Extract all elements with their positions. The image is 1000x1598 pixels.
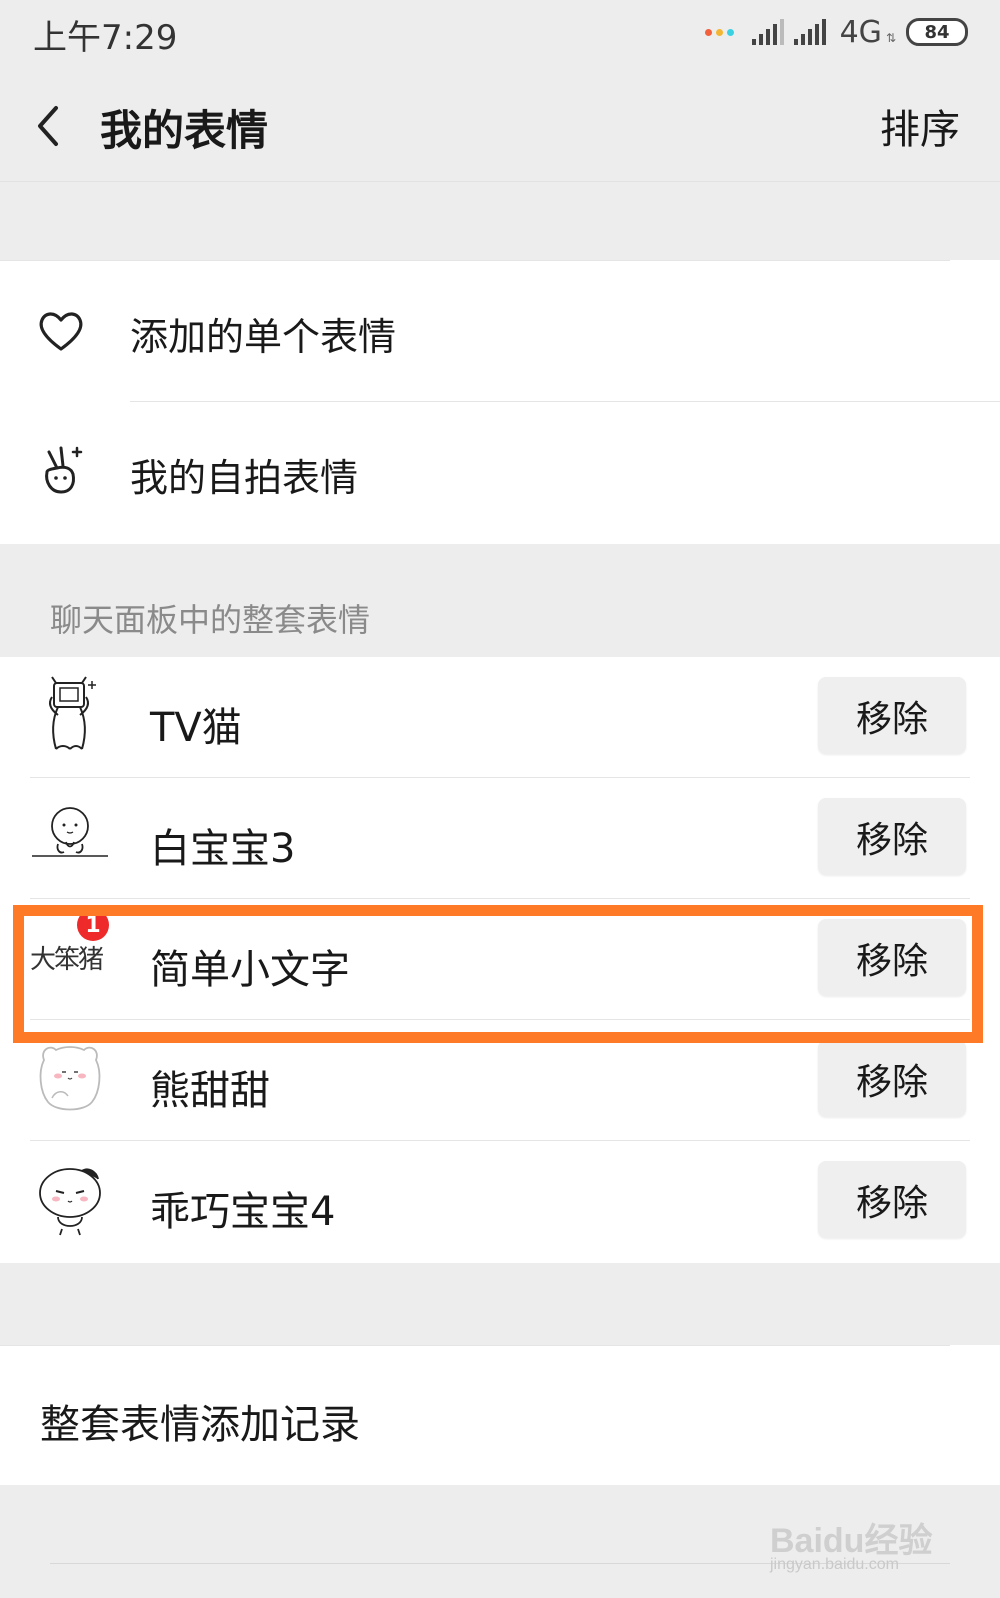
signal-icon-2 [793,19,826,45]
menu-item-label: 我的自拍表情 [130,456,359,500]
sticker-pack-list: TV猫 移除 白宝宝3 移除 大笨猪 1 简单小文字 移除 熊甜甜 移除 乖巧宝… [0,657,1000,1263]
sticker-history-link[interactable]: 整套表情添加记录 [40,1392,360,1450]
divider [0,1345,950,1346]
pack-name: TV猫 [150,705,242,751]
list-item-pack: 白宝宝3 移除 [0,778,1000,899]
remove-button[interactable]: 移除 [818,798,966,875]
my-stickers-card: 添加的单个表情 我的自拍表情 [0,260,1000,544]
victory-hand-icon [45,446,83,494]
list-item-pack: TV猫 移除 [0,657,1000,778]
remove-button[interactable]: 移除 [818,677,966,754]
white-baby-sticker [32,807,108,857]
history-card[interactable]: 整套表情添加记录 [0,1345,1000,1485]
sticker-text: 大笨猪 [30,944,104,975]
notification-dots-icon [704,28,734,36]
tv-cat-sticker [49,676,96,750]
menu-item-single-stickers[interactable]: 添加的单个表情 [0,260,1000,402]
list-item-pack: 熊甜甜 移除 [0,1020,1000,1141]
good-baby-sticker [39,1168,101,1236]
bear-sticker [39,1046,101,1111]
watermark-logo: Baidu经验 [770,1522,933,1560]
battery-level: 84 [924,21,950,43]
pack-name: 简单小文字 [150,947,350,993]
battery-icon: 84 [906,18,968,46]
remove-button[interactable]: 移除 [818,1040,966,1117]
remove-button[interactable]: 移除 [818,919,966,996]
pack-name: 乖巧宝宝4 [150,1189,336,1235]
chevron-left-icon[interactable] [30,96,70,156]
page-title: 我的表情 [100,106,269,155]
nav-bar: 我的表情 排序 [0,70,1000,182]
data-arrows-icon: ⇅ [885,31,896,45]
list-item-pack: 大笨猪 1 简单小文字 移除 [0,899,1000,1020]
heart-icon [39,312,83,351]
list-item-pack: 乖巧宝宝4 移除 [0,1141,1000,1262]
unread-badge: 1 [77,909,109,941]
pack-name: 白宝宝3 [150,826,296,872]
status-bar: 上午7:29 4G ⇅ 84 [0,0,1000,70]
menu-item-selfie-stickers[interactable]: 我的自拍表情 [0,402,1000,544]
signal-icon-1 [751,19,784,45]
network-type: 4G [839,14,882,50]
section-header: 聊天面板中的整套表情 [50,601,371,639]
menu-item-label: 添加的单个表情 [130,315,397,359]
status-icons: 4G ⇅ 84 [704,14,968,50]
sort-button[interactable]: 排序 [880,97,960,155]
remove-button[interactable]: 移除 [818,1161,966,1238]
pack-name: 熊甜甜 [150,1068,270,1114]
status-time: 上午7:29 [33,18,178,58]
watermark-url: jingyan.baidu.com [770,1556,899,1573]
